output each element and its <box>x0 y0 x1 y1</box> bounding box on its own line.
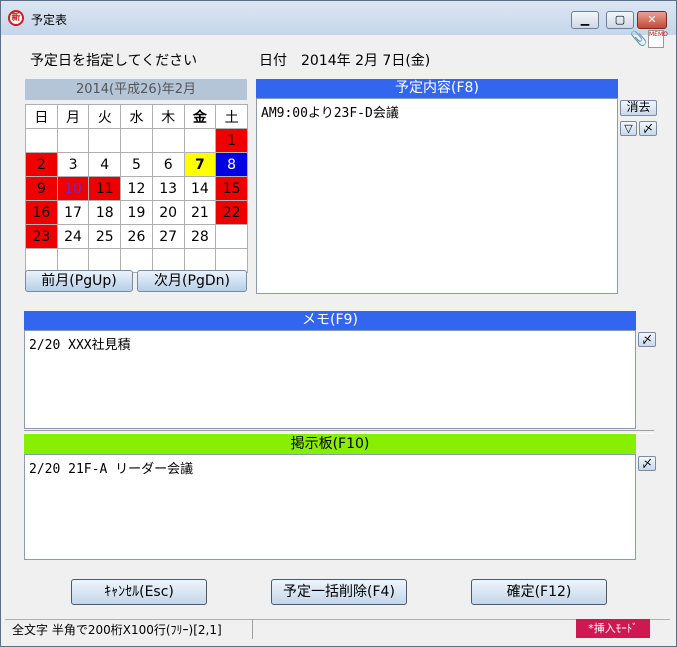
day-cell[interactable] <box>88 128 122 153</box>
schedule-header: 予定内容(F8) <box>256 79 618 98</box>
weekday-wed: 水 <box>120 104 153 129</box>
board-mail-button[interactable]: 〆 <box>638 456 656 471</box>
day-cell[interactable]: 13 <box>151 176 185 201</box>
day-cell[interactable] <box>120 128 153 153</box>
weekday-sun: 日 <box>25 104 58 129</box>
day-cell[interactable] <box>215 248 248 273</box>
week-row: 23 24 25 26 27 28 <box>25 224 248 249</box>
day-cell-selected[interactable]: 7 <box>183 152 217 177</box>
day-cell[interactable] <box>25 248 58 273</box>
insert-mode-indicator: *挿入ﾓｰﾄﾞ <box>576 619 650 638</box>
day-cell[interactable]: 9 <box>25 176 58 201</box>
cancel-button[interactable]: ｷｬﾝｾﾙ(Esc) <box>71 579 207 605</box>
day-cell[interactable]: 16 <box>25 200 58 225</box>
day-cell[interactable]: 23 <box>25 224 58 249</box>
day-cell[interactable] <box>120 248 153 273</box>
calendar-grid: 日 月 火 水 木 金 土 1 2 3 4 5 6 7 8 9 10 11 12… <box>25 104 248 273</box>
day-cell[interactable]: 18 <box>88 200 122 225</box>
date-prompt: 予定日を指定してください <box>30 53 198 69</box>
day-cell[interactable]: 11 <box>88 176 122 201</box>
schedule-down-button[interactable]: ▽ <box>620 121 637 136</box>
status-separator <box>252 619 253 639</box>
day-cell[interactable] <box>183 248 217 273</box>
week-row <box>25 248 248 273</box>
note-icon[interactable]: MEMO <box>648 30 668 48</box>
close-button[interactable]: ✕ <box>637 11 667 29</box>
calendar-month-title: 2014(平成26)年2月 <box>25 79 247 100</box>
day-cell[interactable]: 19 <box>120 200 153 225</box>
week-row: 16 17 18 19 20 21 22 <box>25 200 248 225</box>
week-row: 2 3 4 5 6 7 8 <box>25 152 248 177</box>
day-cell[interactable] <box>151 128 185 153</box>
weekday-fri: 金 <box>183 104 217 129</box>
day-cell[interactable]: 5 <box>120 152 153 177</box>
paperclip-icon[interactable]: 📎 <box>630 31 647 47</box>
next-month-button[interactable]: 次月(PgDn) <box>137 270 247 292</box>
day-cell[interactable]: 8 <box>215 152 248 177</box>
day-cell[interactable] <box>215 224 248 249</box>
window-title: 予定表 <box>31 13 68 27</box>
day-cell[interactable] <box>88 248 122 273</box>
day-cell[interactable]: 15 <box>215 176 248 201</box>
weekday-row: 日 月 火 水 木 金 土 <box>25 104 248 129</box>
maximize-button[interactable]: ▢ <box>606 11 634 29</box>
day-cell[interactable]: 28 <box>183 224 217 249</box>
app-icon: 新 <box>8 10 24 26</box>
day-cell[interactable]: 1 <box>215 128 248 153</box>
memo-mail-button[interactable]: 〆 <box>638 332 656 347</box>
minimize-button[interactable]: ▁ <box>571 11 599 29</box>
selected-date-label: 日付 2014年 2月 7日(金) <box>259 53 431 69</box>
day-cell[interactable]: 4 <box>88 152 122 177</box>
confirm-button[interactable]: 確定(F12) <box>471 579 607 605</box>
week-row: 1 <box>25 128 248 153</box>
day-cell[interactable] <box>56 128 90 153</box>
day-cell[interactable]: 3 <box>56 152 90 177</box>
delete-all-button[interactable]: 予定一括削除(F4) <box>271 579 407 605</box>
day-cell[interactable] <box>151 248 185 273</box>
day-cell[interactable]: 25 <box>88 224 122 249</box>
status-text: 全文字 半角で200桁X100行(ﾌﾘｰ)[2,1] <box>12 623 222 637</box>
weekday-thu: 木 <box>151 104 185 129</box>
day-cell[interactable]: 27 <box>151 224 185 249</box>
day-cell[interactable]: 12 <box>120 176 153 201</box>
day-cell[interactable]: 22 <box>215 200 248 225</box>
board-textarea[interactable]: 2/20 21F-A リーダー会議 <box>24 454 636 560</box>
memo-header: メモ(F9) <box>24 311 636 330</box>
schedule-textarea[interactable]: AM9:00より23F-D会議 <box>256 98 618 294</box>
board-header: 掲示板(F10) <box>24 434 636 454</box>
day-cell[interactable]: 10 <box>56 176 90 201</box>
day-cell[interactable] <box>56 248 90 273</box>
day-cell[interactable]: 24 <box>56 224 90 249</box>
weekday-mon: 月 <box>56 104 90 129</box>
day-cell[interactable]: 6 <box>151 152 185 177</box>
day-cell[interactable]: 2 <box>25 152 58 177</box>
weekday-tue: 火 <box>88 104 122 129</box>
day-cell[interactable]: 14 <box>183 176 217 201</box>
schedule-mail-button[interactable]: 〆 <box>639 121 657 136</box>
day-cell[interactable]: 21 <box>183 200 217 225</box>
day-cell[interactable]: 17 <box>56 200 90 225</box>
day-cell[interactable] <box>25 128 58 153</box>
title-bar: 新 予定表 ▁ ▢ ✕ <box>1 1 676 35</box>
weekday-sat: 土 <box>215 104 248 129</box>
schedule-delete-button[interactable]: 消去 <box>620 100 657 116</box>
memo-textarea[interactable]: 2/20 XXX社見積 <box>24 330 636 429</box>
day-cell[interactable]: 20 <box>151 200 185 225</box>
day-cell[interactable] <box>183 128 217 153</box>
prev-month-button[interactable]: 前月(PgUp) <box>25 270 133 292</box>
week-row: 9 10 11 12 13 14 15 <box>25 176 248 201</box>
day-cell[interactable]: 26 <box>120 224 153 249</box>
